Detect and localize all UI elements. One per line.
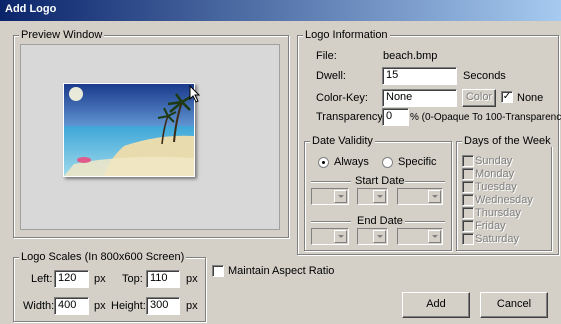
end-year-select[interactable] [397, 228, 443, 245]
window-title: Add Logo [5, 3, 57, 15]
dropdown-arrow-icon [428, 190, 441, 203]
add-logo-dialog: Add Logo Preview Window Logo Information… [0, 0, 561, 324]
maintain-aspect-ratio-label: Maintain Aspect Ratio [228, 265, 335, 277]
day-row-friday[interactable]: Friday [457, 220, 547, 233]
saturday-label: Saturday [475, 233, 520, 245]
none-checkbox[interactable]: ✓ [501, 91, 513, 103]
day-row-sunday[interactable]: Sunday [457, 155, 547, 168]
preview-canvas [20, 44, 280, 230]
transparency-hint: % (0-Opaque To 100-Transparency) [410, 112, 561, 123]
end-date-label: End Date [357, 215, 403, 227]
top-label: Top: [122, 273, 143, 285]
colorkey-label: Color-Key: [316, 92, 368, 104]
preview-window-legend: Preview Window [19, 29, 105, 41]
top-input[interactable]: 110 [146, 270, 180, 288]
cancel-button[interactable]: Cancel [480, 292, 548, 318]
file-label: File: [316, 50, 337, 62]
maintain-aspect-ratio-checkbox[interactable] [212, 265, 224, 277]
height-label: Height: [111, 300, 146, 312]
dwell-input[interactable]: 15 [382, 67, 457, 85]
width-input[interactable]: 400 [54, 297, 89, 315]
logo-scales-group: Logo Scales (In 800x600 Screen) Left: 12… [13, 251, 206, 322]
friday-checkbox[interactable] [462, 220, 474, 232]
end-day-select[interactable] [357, 228, 388, 245]
beach-image [64, 84, 194, 176]
thursday-checkbox[interactable] [462, 207, 474, 219]
height-input[interactable]: 300 [146, 297, 180, 315]
logo-information-group: Logo Information File: beach.bmp Dwell: … [297, 29, 561, 255]
specific-radio-label: Specific [398, 156, 437, 168]
dropdown-arrow-icon [428, 230, 441, 243]
tuesday-label: Tuesday [475, 181, 517, 193]
start-day-select[interactable] [357, 188, 388, 205]
logo-information-legend: Logo Information [303, 29, 390, 41]
monday-checkbox[interactable] [462, 168, 474, 180]
dwell-unit: Seconds [463, 70, 506, 82]
width-unit: px [94, 300, 106, 312]
thursday-label: Thursday [475, 207, 521, 219]
file-value: beach.bmp [383, 50, 438, 62]
width-label: Width: [23, 300, 55, 312]
height-unit: px [186, 300, 198, 312]
start-date-separator-right [405, 181, 445, 183]
saturday-checkbox[interactable] [462, 233, 474, 245]
logo-preview-image[interactable] [63, 83, 195, 177]
dropdown-arrow-icon [334, 190, 347, 203]
top-unit: px [186, 273, 198, 285]
monday-label: Monday [475, 168, 515, 180]
wednesday-label: Wednesday [475, 194, 533, 206]
colorkey-input[interactable]: None [382, 89, 457, 107]
end-month-select[interactable] [311, 228, 349, 245]
friday-label: Friday [475, 220, 506, 232]
title-bar[interactable]: Add Logo [0, 0, 561, 21]
check-icon: ✓ [502, 91, 512, 102]
end-date-separator-right [405, 221, 445, 223]
none-checkbox-label: None [517, 92, 544, 104]
always-radio[interactable] [318, 157, 329, 168]
sunday-checkbox[interactable] [462, 155, 474, 167]
left-label: Left: [31, 273, 53, 285]
left-unit: px [94, 273, 106, 285]
day-row-monday[interactable]: Monday [457, 168, 547, 181]
left-input[interactable]: 120 [54, 270, 89, 288]
days-of-week-legend: Days of the Week [462, 135, 553, 147]
color-button[interactable]: Color [462, 89, 496, 107]
dropdown-arrow-icon [373, 190, 386, 203]
start-month-select[interactable] [311, 188, 349, 205]
specific-radio[interactable] [382, 157, 393, 168]
add-button[interactable]: Add [402, 292, 470, 318]
date-validity-legend: Date Validity [310, 135, 375, 147]
days-of-week-group: Days of the Week Sunday Monday Tuesday W… [456, 135, 553, 251]
sunday-label: Sunday [475, 155, 513, 167]
tuesday-checkbox[interactable] [462, 181, 474, 193]
mouse-pointer-icon [189, 85, 201, 103]
transparency-label: Transparency: [316, 111, 386, 123]
day-row-tuesday[interactable]: Tuesday [457, 181, 547, 194]
date-validity-group: Date Validity Always Specific Start Date… [304, 135, 452, 251]
end-date-separator-left [311, 221, 351, 223]
day-row-saturday[interactable]: Saturday [457, 233, 547, 246]
day-row-thursday[interactable]: Thursday [457, 207, 547, 220]
preview-window-group: Preview Window [13, 29, 289, 238]
dropdown-arrow-icon [334, 230, 347, 243]
always-radio-label: Always [334, 156, 369, 168]
wednesday-checkbox[interactable] [462, 194, 474, 206]
start-date-label: Start Date [355, 175, 405, 187]
logo-scales-legend: Logo Scales (In 800x600 Screen) [19, 251, 187, 263]
day-row-wednesday[interactable]: Wednesday [457, 194, 547, 207]
start-year-select[interactable] [397, 188, 443, 205]
start-date-separator-left [311, 181, 351, 183]
dwell-label: Dwell: [316, 70, 346, 82]
dropdown-arrow-icon [373, 230, 386, 243]
transparency-input[interactable]: 0 [382, 108, 409, 126]
